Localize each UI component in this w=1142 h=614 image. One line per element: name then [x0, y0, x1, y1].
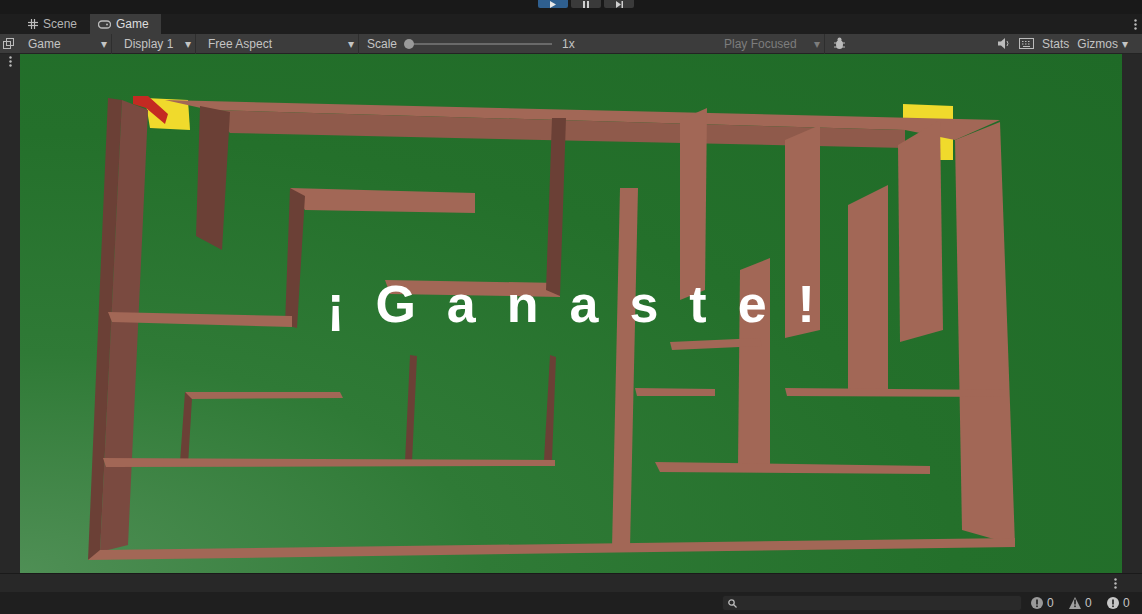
game-viewport[interactable]: ¡Ganaste!	[20, 54, 1122, 573]
maze-wall	[100, 100, 148, 552]
maximize-button[interactable]	[0, 38, 16, 49]
keyboard-icon[interactable]	[1019, 38, 1034, 49]
maze-wall	[635, 388, 715, 396]
player-block	[133, 96, 168, 124]
maze-wall	[612, 188, 638, 548]
unity-editor: SceneGameGame▾ Display 1▾ Free Aspect▾ Scal…	[0, 0, 1142, 614]
search-icon	[728, 599, 737, 608]
left-rail	[0, 54, 20, 573]
maze-wall	[680, 108, 707, 300]
more-icon	[1134, 19, 1137, 30]
status-bar: 000	[0, 592, 1142, 614]
speaker-icon[interactable]	[998, 38, 1011, 49]
more-icon[interactable]	[9, 56, 12, 67]
maze-wall	[655, 462, 930, 474]
maze-wall	[848, 185, 888, 390]
gizmos-dropdown[interactable]: Gizmos▾	[1077, 37, 1128, 51]
bug-icon[interactable]	[833, 37, 846, 50]
play-mode-dropdown[interactable]: Play Focused▾	[720, 34, 825, 54]
maze-wall	[955, 122, 1015, 545]
main-area: ¡Ganaste!	[0, 54, 1142, 573]
maze-wall	[88, 538, 1015, 560]
playmode-controls	[0, 0, 1142, 14]
maze-wall	[405, 355, 417, 462]
error-icon	[1106, 596, 1120, 610]
gamepad-icon	[98, 20, 111, 29]
more-icon	[1114, 578, 1117, 589]
maze-wall	[103, 458, 555, 467]
maze-wall	[196, 106, 230, 250]
info-count[interactable]: 0	[1030, 596, 1060, 610]
scale-knob[interactable]	[404, 39, 414, 49]
maze-wall	[108, 312, 292, 327]
tab-menu-button[interactable]	[1128, 14, 1142, 34]
error-count[interactable]: 0	[1106, 596, 1136, 610]
maze-wall	[670, 338, 762, 350]
win-message: ¡Ganaste!	[327, 274, 846, 334]
tab-bar: SceneGame	[0, 14, 1142, 34]
stats-button[interactable]: Stats	[1042, 37, 1069, 51]
warning-icon	[1068, 596, 1082, 610]
game-toolbar: Game▾ Display 1▾ Free Aspect▾ Scale1x Play F…	[0, 34, 1142, 54]
pause-button[interactable]	[571, 0, 601, 8]
maze-wall	[785, 388, 1005, 397]
aspect-dropdown[interactable]: Free Aspect▾	[204, 34, 359, 54]
maze-wall	[285, 188, 305, 328]
maze-wall	[185, 392, 343, 399]
maze-wall	[898, 120, 943, 342]
right-rail	[1122, 54, 1142, 573]
play-button[interactable]	[538, 0, 568, 8]
warning-count[interactable]: 0	[1068, 596, 1098, 610]
pause-icon	[582, 1, 590, 8]
search-field[interactable]	[722, 595, 1022, 611]
step-button[interactable]	[604, 0, 634, 8]
maze-wall	[544, 355, 556, 460]
maze-wall	[290, 188, 475, 213]
footer-menu-button[interactable]	[1108, 574, 1122, 592]
panel-footer	[0, 573, 1142, 592]
view-dropdown[interactable]: Game▾	[24, 34, 112, 54]
scale-control: Scale1x	[367, 37, 712, 51]
maze-wall	[546, 118, 566, 296]
step-icon	[615, 1, 624, 8]
display-dropdown[interactable]: Display 1▾	[120, 34, 196, 54]
grid-icon	[28, 19, 38, 29]
scale-slider[interactable]	[407, 43, 552, 45]
win-overlay: ¡Ganaste!	[20, 54, 1122, 573]
window-icon	[3, 38, 14, 49]
editor-tab[interactable]: Scene	[20, 14, 90, 34]
play-icon	[549, 1, 557, 8]
editor-tab[interactable]: Game	[90, 14, 161, 34]
info-icon	[1030, 596, 1044, 610]
maze-wall	[180, 392, 192, 465]
